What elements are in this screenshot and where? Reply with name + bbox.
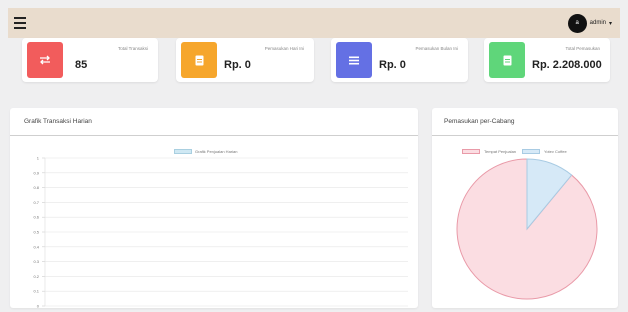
card-icon-box [489, 42, 525, 78]
stat-card-total-pemasukan: Total Pemasukan Rp. 2.208.000 [484, 38, 610, 82]
y-tick-label: 0.1 [33, 289, 39, 294]
line-chart: 1 0.9 0.8 0.7 0.6 0.5 0.4 0.3 0.2 0.1 0 [33, 156, 408, 309]
card-icon-box [336, 42, 372, 78]
card-icon-box [181, 42, 217, 78]
y-tick-label: 0.7 [33, 200, 39, 205]
document-icon [503, 55, 511, 65]
y-tick-label: 0.9 [33, 170, 39, 175]
top-navbar: a admin ▾ [8, 8, 620, 38]
y-tick-label: 0.5 [33, 230, 39, 235]
stat-value: Rp. 0 [224, 59, 251, 71]
stat-card-total-transaksi: Total Transaksi 85 [22, 38, 158, 82]
list-icon [349, 56, 359, 64]
pie-chart [456, 158, 598, 300]
stat-card-pemasukan-hari-ini: Pemasukan Hari Ini Rp. 0 [176, 38, 314, 82]
document-icon [195, 55, 203, 65]
y-tick-label: 0.8 [33, 185, 39, 190]
y-tick-label: 0 [37, 304, 40, 309]
y-tick-label: 0.2 [33, 274, 39, 279]
stat-card-pemasukan-bulan-ini: Pemasukan Bulan Ini Rp. 0 [331, 38, 468, 82]
chevron-down-icon[interactable]: ▾ [609, 20, 612, 27]
stat-value: Rp. 0 [379, 59, 406, 71]
daily-transactions-panel: Grafik Transaksi Harian Grafik Penjualan… [10, 108, 418, 308]
hamburger-menu-icon[interactable] [14, 17, 26, 29]
income-per-branch-panel: Pemasukan per-Cabang Tempat Penjualan Yo… [432, 108, 618, 308]
y-tick-label: 0.6 [33, 215, 39, 220]
y-tick-label: 0.4 [33, 244, 39, 249]
card-icon-box [27, 42, 63, 78]
stat-label: Pemasukan Hari Ini [264, 46, 304, 51]
username-label[interactable]: admin [590, 20, 606, 26]
y-tick-label: 0.3 [33, 259, 39, 264]
stat-value: 85 [75, 59, 88, 71]
stat-value: Rp. 2.208.000 [532, 59, 602, 71]
stat-label: Total Transaksi [117, 46, 148, 51]
user-menu[interactable]: a admin ▾ [567, 13, 612, 33]
y-tick-label: 1 [37, 156, 40, 161]
stat-label: Pemasukan Bulan Ini [415, 46, 458, 51]
transfer-arrows-icon [40, 55, 50, 65]
avatar[interactable]: a [567, 13, 587, 33]
stat-label: Total Pemasukan [565, 46, 600, 51]
